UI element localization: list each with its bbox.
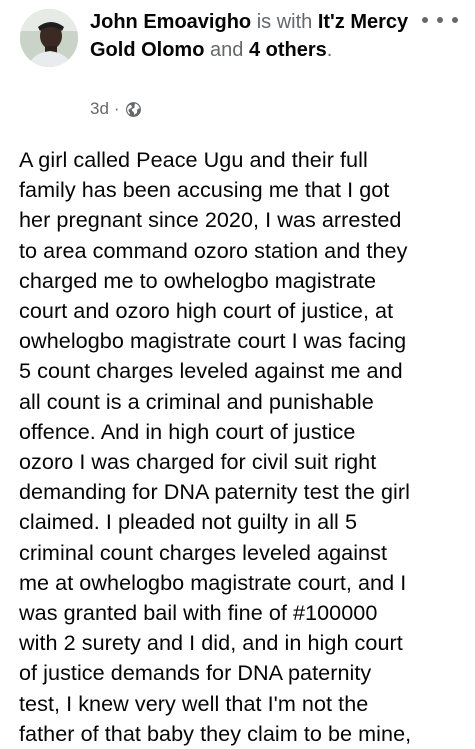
more-options-icon — [422, 17, 428, 23]
author-name[interactable]: John Emoavigho — [90, 11, 251, 33]
more-options-button[interactable] — [422, 8, 458, 32]
with-text: is with — [256, 11, 313, 33]
post-timestamp[interactable]: 3d — [90, 99, 109, 119]
avatar[interactable] — [20, 9, 78, 67]
more-options-icon-dot — [452, 17, 458, 23]
post-meta: 3d · — [90, 97, 142, 121]
globe-icon[interactable] — [125, 101, 142, 118]
post-header: John Emoavigho is with It'z Mercy Gold O… — [0, 0, 475, 130]
meta-separator: · — [113, 99, 120, 118]
post-body-text: A girl called Peace Ugu and their full f… — [19, 147, 412, 746]
more-options-icon-dot — [437, 17, 443, 23]
author-line: John Emoavigho is with It'z Mercy Gold O… — [90, 8, 410, 64]
avatar-image — [20, 9, 78, 67]
period: . — [326, 39, 333, 61]
tagged-others[interactable]: 4 others — [249, 39, 327, 61]
and-text: and — [210, 39, 244, 61]
